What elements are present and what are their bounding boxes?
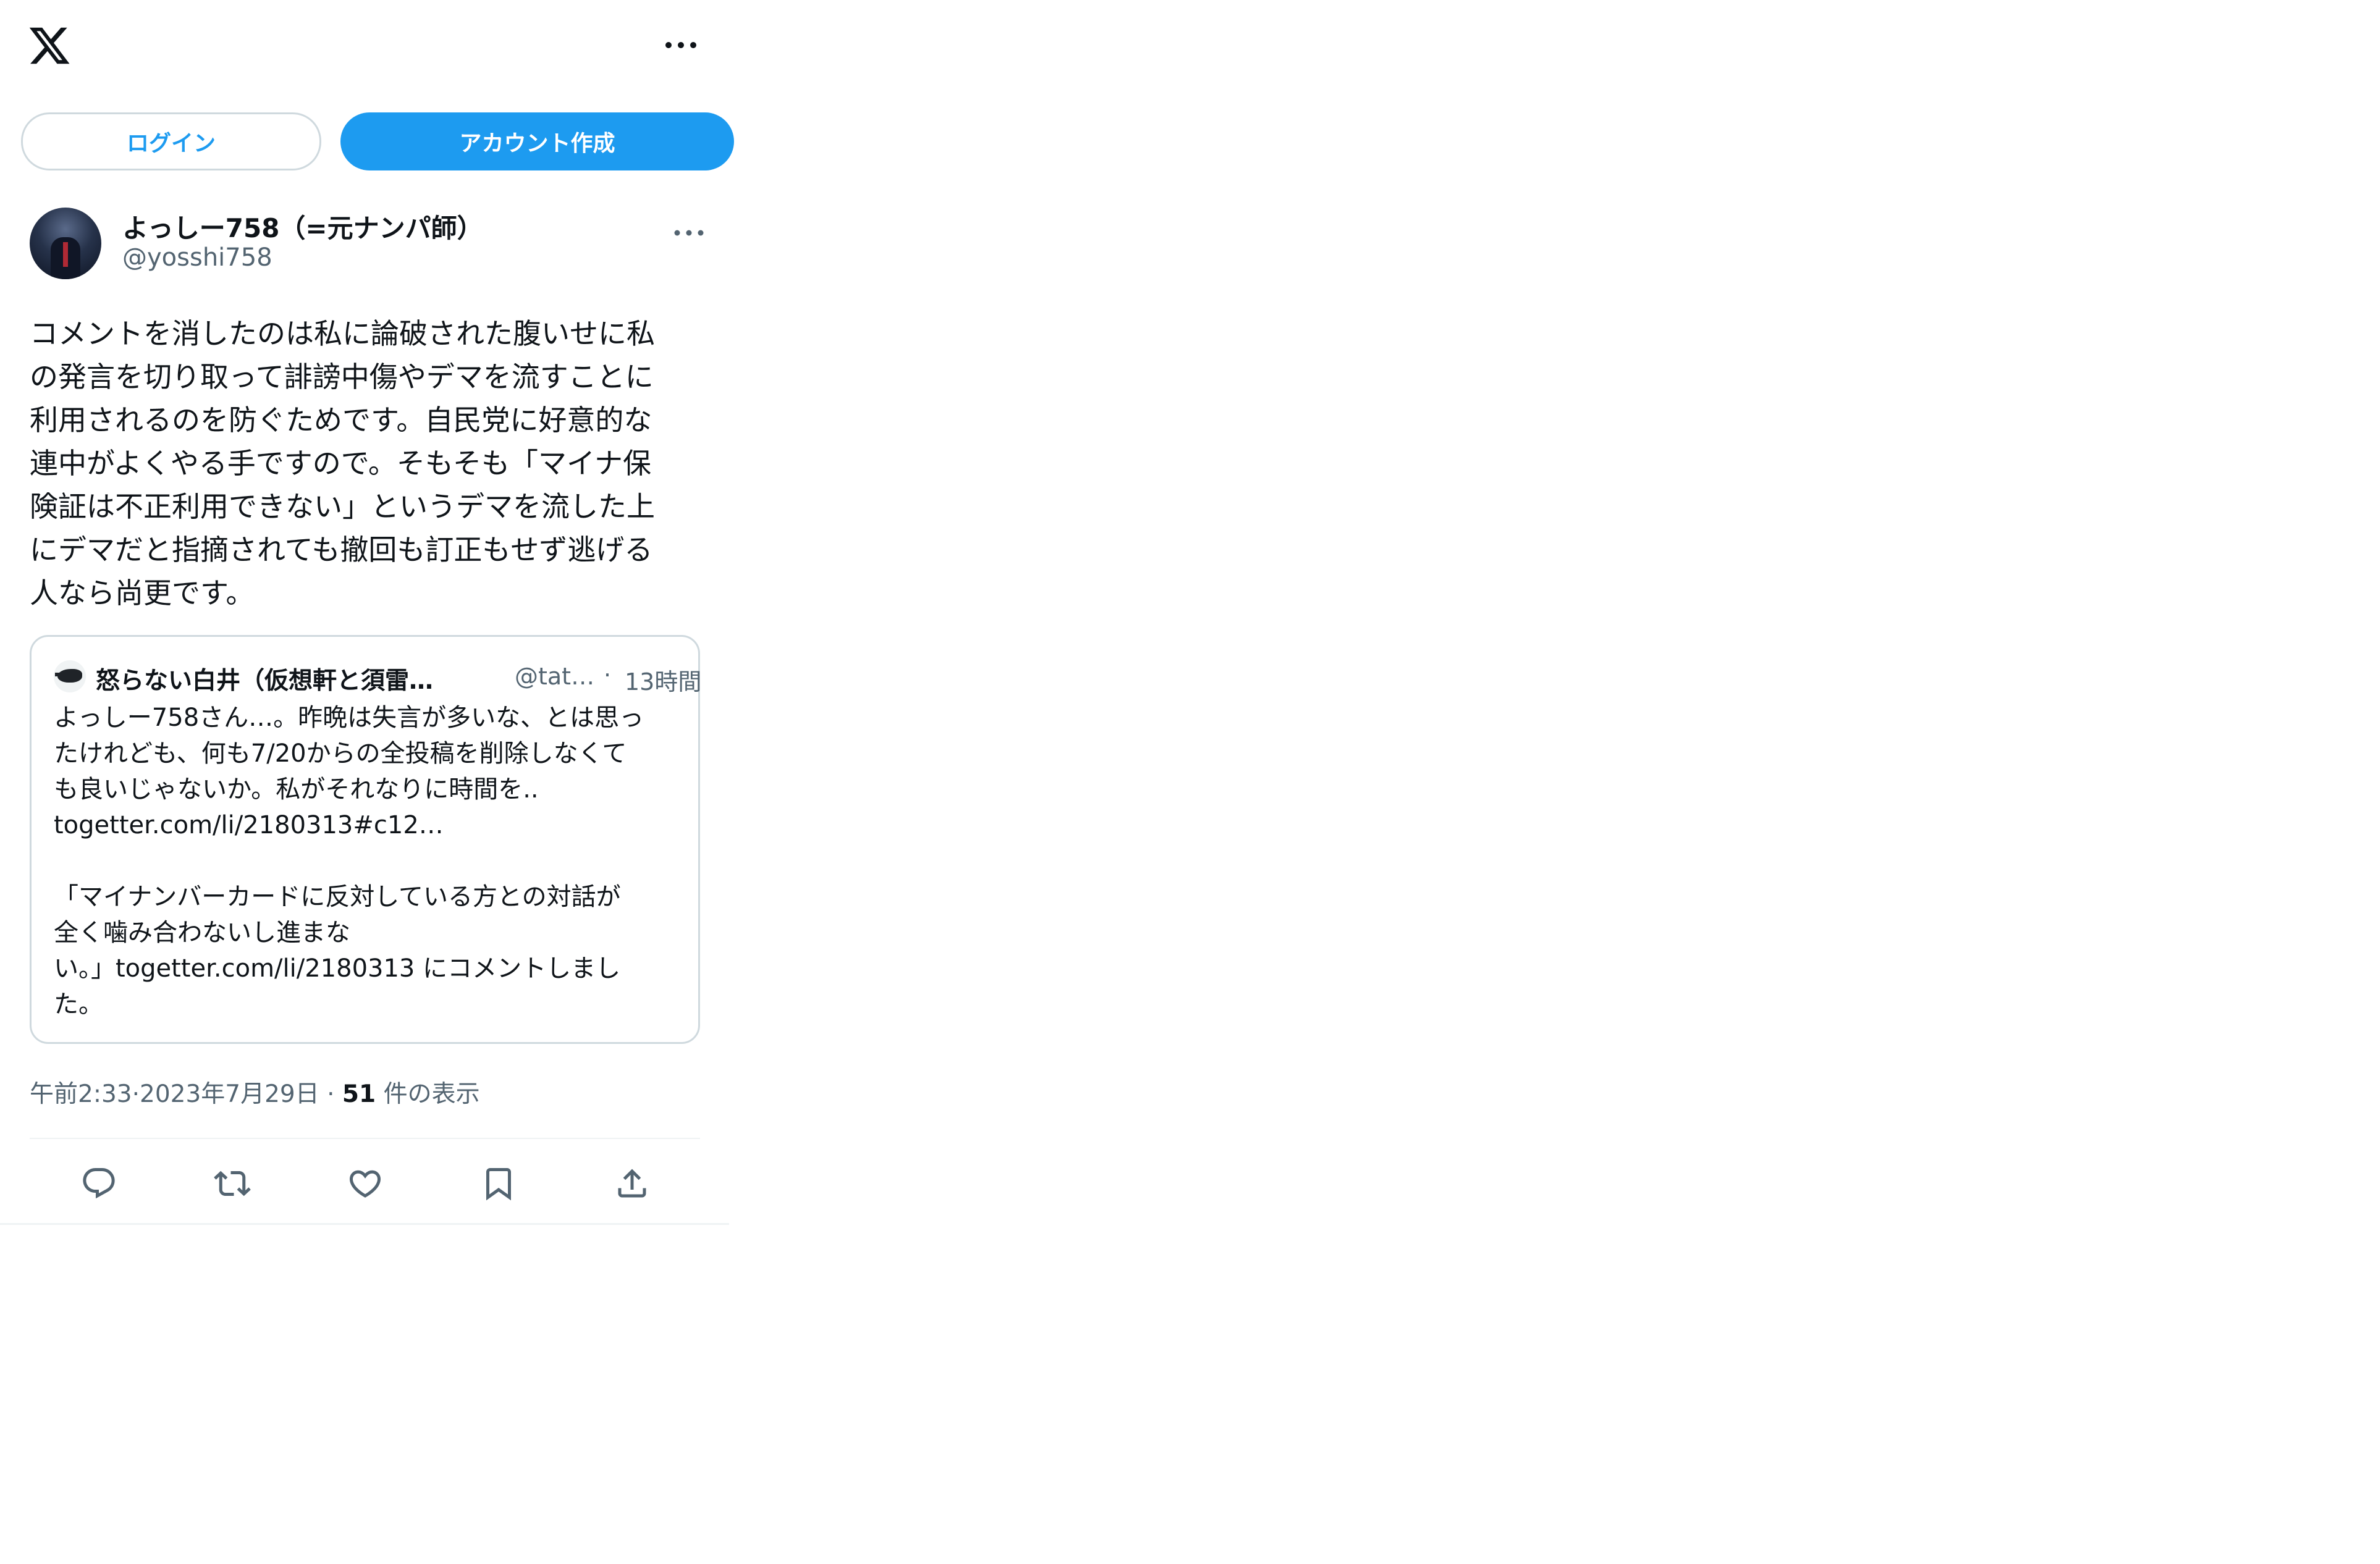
tweet-date[interactable]: 2023年7月29日 (140, 1080, 319, 1108)
bookmark-icon (486, 1168, 511, 1201)
meta-separator-2: · (327, 1080, 335, 1108)
like-icon (349, 1170, 381, 1198)
more-horizontal-icon[interactable] (661, 34, 701, 56)
tweet-time[interactable]: 午前2:33 (30, 1080, 132, 1108)
like-button[interactable] (343, 1161, 387, 1206)
top-bar (0, 0, 729, 93)
quoted-time: 13時間 (625, 668, 702, 696)
bird-icon (57, 669, 82, 683)
retweet-icon (214, 1171, 251, 1196)
author-name[interactable]: よっしー758（=元ナンパ師） (122, 208, 483, 245)
quoted-tweet-text: よっしー758さん…。昨晩は失言が多いな、とは思っ たけれども、何も7/20から… (54, 704, 644, 1019)
meta-separator-1: · (132, 1080, 140, 1108)
signup-button[interactable]: アカウント作成 (340, 112, 734, 170)
quoted-separator: · (604, 662, 612, 689)
tweet-text: コメントを消したのは私に論破された腹いせに私 の発言を切り取って誹謗中傷やデマを… (30, 317, 655, 610)
quoted-avatar (54, 660, 86, 692)
views-label: 件の表示 (383, 1080, 480, 1108)
x-logo-icon[interactable] (27, 23, 72, 68)
avatar[interactable] (30, 208, 101, 279)
quoted-author-name: 怒らない白井（仮想軒と須雷… (96, 667, 434, 695)
tweet-actions (30, 1161, 700, 1206)
panel-bottom-border (0, 1223, 729, 1225)
quoted-author-handle: @tat… (515, 663, 595, 690)
quoted-tweet-header: 怒らない白井（仮想軒と須雷… @tat… · 13時間 (54, 659, 701, 696)
author-handle[interactable]: @yosshi758 (122, 243, 272, 272)
share-button[interactable] (610, 1161, 654, 1206)
beak-shape (55, 673, 61, 676)
tweet-meta: 午前2:33·2023年7月29日 · 51 件の表示 (30, 1075, 480, 1109)
reply-button[interactable] (77, 1161, 121, 1206)
tweet-panel: ログイン アカウント作成 よっしー758（=元ナンパ師） @yosshi758 … (0, 0, 734, 1226)
tweet-author: よっしー758（=元ナンパ師） @yosshi758 (30, 208, 706, 282)
avatar-tie (63, 242, 68, 267)
divider (30, 1138, 700, 1139)
share-icon (618, 1169, 646, 1198)
tweet-more-icon[interactable] (672, 224, 706, 242)
auth-buttons: ログイン アカウント作成 (21, 112, 734, 170)
quoted-tweet[interactable]: 怒らない白井（仮想軒と須雷… @tat… · 13時間 よっしー758さん…。昨… (30, 635, 701, 1044)
reply-icon (83, 1168, 115, 1199)
bookmark-button[interactable] (476, 1161, 521, 1206)
login-button[interactable]: ログイン (21, 112, 321, 170)
retweet-button[interactable] (210, 1161, 255, 1206)
views-count: 51 (342, 1080, 376, 1108)
